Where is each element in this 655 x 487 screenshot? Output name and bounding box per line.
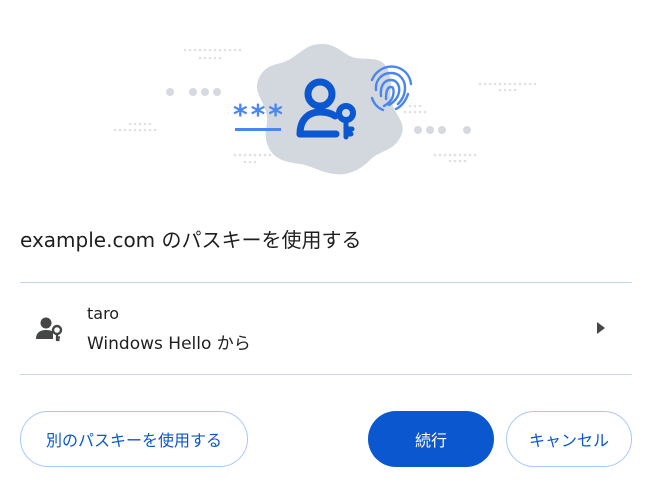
chevron-right-icon (597, 322, 605, 334)
cancel-button[interactable]: キャンセル (506, 411, 632, 467)
use-other-passkey-button[interactable]: 別のパスキーを使用する (20, 411, 248, 467)
account-row[interactable]: taro Windows Hello から (20, 283, 632, 374)
dialog-title: example.com のパスキーを使用する (20, 228, 362, 252)
divider-bottom (20, 374, 632, 375)
continue-button[interactable]: 続行 (368, 411, 494, 467)
account-username: taro (87, 304, 120, 323)
password-underline (235, 128, 281, 131)
passkey-illustration: *** (113, 44, 537, 175)
account-source: Windows Hello から (87, 334, 251, 354)
person-key-icon (36, 317, 63, 342)
password-mask: *** (233, 98, 286, 131)
